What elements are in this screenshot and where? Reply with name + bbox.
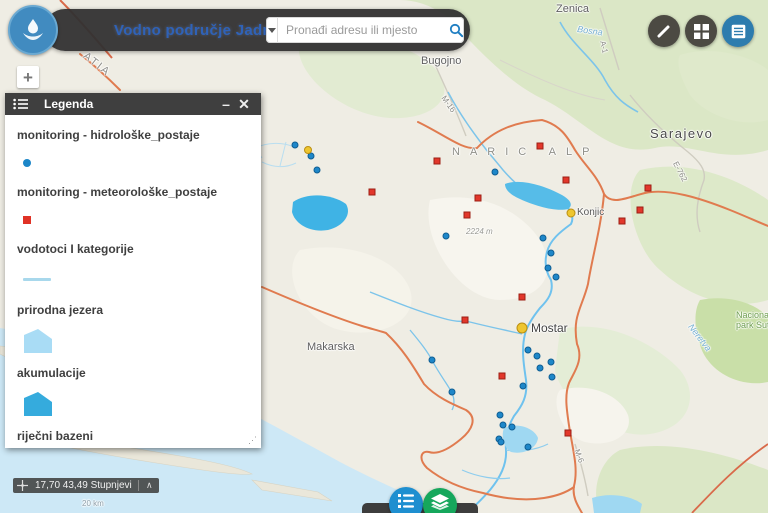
legend-panel-header[interactable]: Legenda – ✕	[5, 93, 261, 115]
hydro-station-marker[interactable]	[545, 265, 552, 272]
hydro-station-marker[interactable]	[500, 422, 507, 429]
search-source-dropdown[interactable]	[266, 17, 278, 43]
hydro-station-marker[interactable]	[449, 389, 456, 396]
hydro-station-marker[interactable]	[537, 365, 544, 372]
watercourse-line-symbol	[23, 278, 51, 281]
chevron-up-icon[interactable]: ∧	[143, 479, 156, 492]
meteo-station-marker[interactable]	[619, 218, 626, 225]
hydro-station-marker[interactable]	[497, 412, 504, 419]
legend-close-button[interactable]: ✕	[235, 93, 253, 115]
app-logo	[8, 5, 58, 55]
hydro-station-marker[interactable]	[525, 444, 532, 451]
web-map-app: ZenicaBosnaBugojnoSarajevoNARIC ALPKonji…	[0, 0, 768, 513]
hydro-station-marker[interactable]	[520, 383, 527, 390]
meteo-station-marker[interactable]	[464, 212, 471, 219]
hydro-station-marker[interactable]	[553, 274, 560, 281]
meteo-station-symbol	[23, 216, 31, 224]
meteo-station-marker[interactable]	[565, 430, 572, 437]
legend-item-meteoroloske-postaje: monitoring - meteorološke_postaje	[17, 185, 249, 233]
legend-minimize-button[interactable]: –	[217, 93, 235, 115]
natural-lake-symbol	[23, 328, 53, 354]
pencil-icon	[656, 23, 672, 39]
legend-item-rijecni-bazeni: riječni bazeni	[17, 429, 249, 448]
legend-item-hidroloske-postaje: monitoring - hidrološke_postaje	[17, 128, 249, 176]
meteo-station-marker[interactable]	[537, 143, 544, 150]
zoom-in-button[interactable]: +	[17, 66, 39, 88]
hydro-station-marker[interactable]	[492, 169, 499, 176]
search-icon	[449, 23, 464, 38]
hydro-station-marker[interactable]	[292, 142, 299, 149]
hydro-station-symbol	[23, 159, 31, 167]
reservoir-symbol	[23, 391, 53, 417]
hydro-station-marker[interactable]	[548, 250, 555, 257]
meteo-station-marker[interactable]	[645, 185, 652, 192]
meteo-station-marker[interactable]	[563, 177, 570, 184]
header-bar: Vodno područje Jadranskog mora	[44, 9, 470, 51]
hydro-station-marker[interactable]	[429, 357, 436, 364]
search-input[interactable]	[278, 23, 449, 37]
hydro-station-marker[interactable]	[498, 439, 505, 446]
hydro-station-marker[interactable]	[443, 233, 450, 240]
draw-tool-button[interactable]	[648, 15, 680, 47]
hydro-station-marker[interactable]	[549, 374, 556, 381]
hydro-station-marker[interactable]	[314, 167, 321, 174]
meteo-station-marker[interactable]	[637, 207, 644, 214]
legend-panel: Legenda – ✕ monitoring - hidrološke_post…	[5, 93, 261, 448]
legend-widget-button[interactable]	[389, 487, 423, 513]
selected-station-marker[interactable]	[567, 209, 576, 218]
basemap-grid-icon	[694, 24, 709, 39]
chevron-down-icon	[268, 28, 276, 33]
selected-station-marker[interactable]	[304, 146, 312, 154]
selected-station-marker[interactable]	[517, 323, 528, 334]
search-button[interactable]	[449, 17, 464, 43]
hydro-station-marker[interactable]	[548, 359, 555, 366]
legend-item-vodotoci: vodotoci I kategorije	[17, 242, 249, 294]
layers-icon	[431, 494, 449, 510]
basemap-gallery-button[interactable]	[685, 15, 717, 47]
legend-rows-icon	[398, 493, 414, 509]
coordinate-widget: 17,70 43,49 Stupnjevi ∧	[13, 478, 159, 493]
meteo-station-marker[interactable]	[369, 189, 376, 196]
hydro-station-marker[interactable]	[534, 353, 541, 360]
coordinate-readout: 17,70 43,49 Stupnjevi	[33, 480, 134, 491]
legend-item-prirodna-jezera: prirodna jezera	[17, 303, 249, 357]
legend-toggle-button[interactable]	[722, 15, 754, 47]
meteo-station-marker[interactable]	[462, 317, 469, 324]
crosshair-icon[interactable]	[16, 479, 29, 492]
legend-body: monitoring - hidrološke_postaje monitori…	[5, 115, 261, 448]
list-icon	[13, 98, 28, 110]
meteo-station-marker[interactable]	[499, 373, 506, 380]
hydro-station-marker[interactable]	[509, 424, 516, 431]
meteo-station-marker[interactable]	[475, 195, 482, 202]
legend-list-icon	[731, 24, 746, 39]
hydro-station-marker[interactable]	[540, 235, 547, 242]
legend-panel-title: Legenda	[44, 97, 93, 111]
meteo-station-marker[interactable]	[519, 294, 526, 301]
search-box	[266, 17, 464, 43]
meteo-station-marker[interactable]	[434, 158, 441, 165]
water-drop-icon	[18, 15, 48, 45]
legend-item-akumulacije: akumulacije	[17, 366, 249, 420]
hydro-station-marker[interactable]	[525, 347, 532, 354]
legend-resize-handle[interactable]: ⋰	[248, 435, 258, 446]
